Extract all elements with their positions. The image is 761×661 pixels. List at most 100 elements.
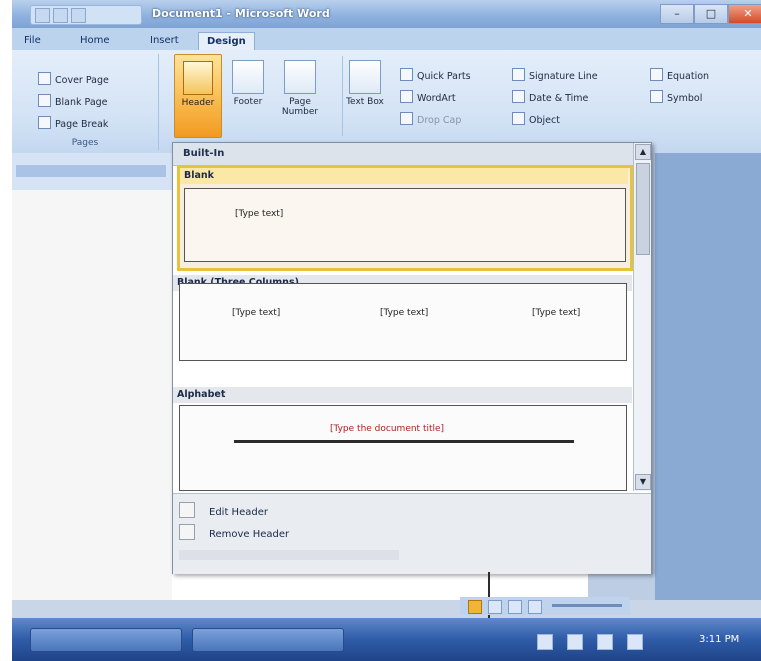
gallery-item-alphabet[interactable]: [Type the document title] (179, 405, 627, 491)
navigation-bar (12, 153, 172, 191)
cover-page-label: Cover Page (55, 75, 109, 86)
equation-icon (650, 68, 663, 81)
preview-placeholder: [Type text] (532, 308, 581, 318)
symbol-icon (650, 90, 663, 103)
pages-group-label: Pages (71, 138, 99, 148)
document-bottom (12, 600, 761, 618)
view-icon[interactable] (508, 600, 522, 614)
gallery-more-item[interactable] (179, 550, 399, 560)
wordart-label: WordArt (417, 93, 456, 104)
symbol-label: Symbol (667, 93, 703, 104)
cover-page-button[interactable]: Cover Page (38, 72, 109, 88)
flag-icon[interactable] (597, 634, 613, 650)
document-page[interactable] (12, 190, 172, 600)
close-button[interactable]: ✕ (728, 4, 761, 24)
ribbon: Cover Page Blank Page Page Break Pages H… (12, 50, 761, 154)
taskbar-item[interactable] (30, 628, 182, 652)
preview-placeholder: [Type the document title] (330, 424, 445, 434)
edit-header-icon (179, 502, 195, 518)
page-number-button[interactable]: Page Number (278, 56, 322, 136)
tab-file[interactable]: File (16, 32, 49, 49)
date-time-button[interactable]: Date & Time (512, 90, 588, 106)
redo-icon[interactable] (71, 8, 86, 23)
page-break-button[interactable]: Page Break (38, 116, 108, 132)
scroll-thumb[interactable] (636, 163, 650, 255)
signature-line-icon (512, 68, 525, 81)
object-button[interactable]: Object (512, 112, 560, 128)
volume-icon[interactable] (567, 634, 583, 650)
tab-design[interactable]: Design (198, 32, 255, 50)
object-icon (512, 112, 525, 125)
edit-header-menu-item[interactable]: Edit Header (179, 502, 268, 522)
view-icon[interactable] (528, 600, 542, 614)
date-time-label: Date & Time (529, 93, 589, 104)
save-icon[interactable] (35, 8, 50, 23)
window-controls: – □ ✕ (660, 4, 761, 24)
network-icon[interactable] (537, 634, 553, 650)
undo-icon[interactable] (53, 8, 68, 23)
view-icon[interactable] (488, 600, 502, 614)
system-tray: 3:11 PM (467, 630, 761, 656)
pages-group: Cover Page Blank Page Page Break Pages (12, 54, 159, 150)
cover-page-icon (38, 72, 51, 85)
gallery-item-label: Blank (180, 168, 628, 184)
text-box-button-label: Text Box (346, 97, 384, 107)
gallery-heading: Built-In (173, 143, 643, 166)
document-background (655, 153, 761, 600)
header-button-label: Header (181, 98, 215, 108)
window-title: Document1 - Microsoft Word (152, 7, 330, 20)
gallery-item-label: Alphabet (173, 387, 632, 403)
battery-icon[interactable] (627, 634, 643, 650)
gallery-scrollbar[interactable]: ▲ ▼ (633, 143, 651, 491)
footer-button-label: Footer (233, 97, 263, 107)
title-bar: Document1 - Microsoft Word – □ ✕ (12, 0, 761, 28)
object-label: Object (529, 115, 560, 126)
navigation-strip[interactable] (16, 165, 166, 177)
text-group: Quick Parts WordArt Drop Cap Signature L… (400, 68, 740, 138)
text-box-icon (349, 60, 381, 94)
page-number-button-label: Page Number (281, 97, 319, 117)
zoom-slider[interactable] (552, 604, 622, 607)
date-time-icon (512, 90, 525, 103)
quick-access-toolbar (30, 5, 142, 25)
clock[interactable]: 3:11 PM (699, 634, 739, 645)
text-box-button[interactable]: Text Box (342, 56, 387, 136)
remove-header-icon (179, 524, 195, 540)
preview-placeholder: [Type text] (235, 209, 284, 219)
remove-header-menu-item[interactable]: Remove Header (179, 524, 289, 544)
footer-button[interactable]: Footer (226, 56, 270, 136)
blank-page-button[interactable]: Blank Page (38, 94, 108, 110)
minimize-button[interactable]: – (660, 4, 694, 24)
edit-header-label: Edit Header (209, 507, 268, 518)
view-icon[interactable] (468, 600, 482, 614)
scroll-up-icon[interactable]: ▲ (635, 144, 651, 160)
equation-button[interactable]: Equation (650, 68, 709, 84)
ribbon-tabs: File Home Insert Design (12, 28, 761, 51)
header-gallery: Built-In ▲ ▼ Blank [Type text] Blank (Th… (172, 142, 652, 574)
preview-placeholder: [Type text] (232, 308, 281, 318)
tab-insert[interactable]: Insert (142, 32, 187, 49)
status-bar (460, 597, 630, 615)
taskbar: 3:11 PM (12, 618, 761, 661)
gallery-item-blank-three-columns[interactable]: [Type text] [Type text] [Type text] (179, 283, 627, 361)
wordart-button[interactable]: WordArt (400, 90, 456, 106)
quick-parts-label: Quick Parts (417, 71, 471, 82)
header-button[interactable]: Header (174, 54, 222, 138)
page-break-icon (38, 116, 51, 129)
quick-parts-button[interactable]: Quick Parts (400, 68, 471, 84)
preview-placeholder: [Type text] (380, 308, 429, 318)
preview-rule (234, 440, 574, 443)
scroll-down-icon[interactable]: ▼ (635, 474, 651, 490)
gallery-item-blank[interactable]: Blank [Type text] (177, 165, 633, 271)
signature-line-label: Signature Line (529, 71, 598, 82)
maximize-button[interactable]: □ (694, 4, 728, 24)
signature-line-button[interactable]: Signature Line (512, 68, 598, 84)
symbol-button[interactable]: Symbol (650, 90, 702, 106)
remove-header-label: Remove Header (209, 529, 290, 540)
drop-cap-button[interactable]: Drop Cap (400, 112, 461, 128)
taskbar-item[interactable] (192, 628, 344, 652)
tab-home[interactable]: Home (72, 32, 118, 49)
wordart-icon (400, 90, 413, 103)
header-icon (183, 61, 213, 95)
footer-icon (232, 60, 264, 94)
